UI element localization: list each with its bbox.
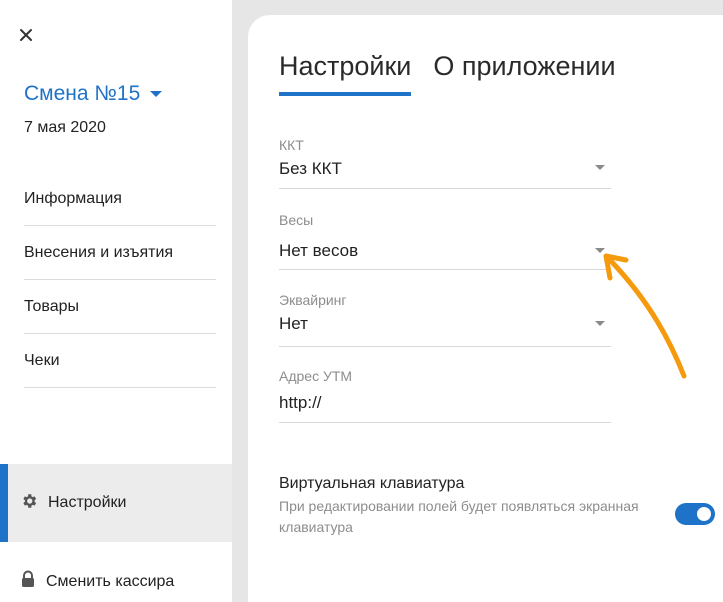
tab-settings[interactable]: Настройки — [279, 51, 412, 96]
close-icon[interactable] — [17, 26, 37, 46]
lock-icon — [20, 570, 36, 593]
sidebar-item-receipts[interactable]: Чеки — [24, 334, 216, 388]
field-label: Адрес УТМ — [279, 368, 353, 384]
shift-selector[interactable]: Смена №15 — [24, 82, 163, 106]
field-value: Без ККТ — [279, 159, 342, 178]
active-indicator — [0, 464, 8, 542]
sidebar-item-settings[interactable]: Настройки — [0, 464, 232, 542]
sidebar-menu: Информация Внесения и изъятия Товары Чек… — [24, 172, 216, 388]
field-label: ККТ — [279, 137, 304, 153]
sidebar-item-products[interactable]: Товары — [24, 280, 216, 334]
field-value: http:// — [279, 393, 322, 412]
sidebar-item-label: Настройки — [48, 494, 127, 511]
field-label: Эквайринг — [279, 292, 347, 308]
kkt-select[interactable]: ККТ Без ККТ — [279, 137, 611, 189]
tab-about[interactable]: О приложении — [433, 51, 615, 96]
shift-title: Смена №15 — [24, 82, 141, 105]
virtual-keyboard-description: При редактировании полей будет появлятьс… — [279, 498, 639, 535]
field-label: Весы — [279, 212, 314, 228]
sidebar-item-change-cashier[interactable]: Сменить кассира — [20, 570, 174, 593]
virtual-keyboard-toggle[interactable] — [675, 503, 715, 525]
gear-icon — [20, 492, 38, 515]
field-value: Нет — [279, 314, 308, 333]
sidebar: Смена №15 7 мая 2020 Информация Внесения… — [0, 0, 232, 602]
utm-address-field[interactable]: Адрес УТМ http:// — [279, 368, 611, 423]
acquiring-select[interactable]: Эквайринг Нет — [279, 292, 611, 347]
sidebar-item-label: Сменить кассира — [46, 572, 175, 590]
scales-select[interactable]: Весы Нет весов — [279, 212, 611, 270]
sidebar-item-deposits[interactable]: Внесения и изъятия — [24, 226, 216, 280]
toggle-knob — [697, 507, 711, 521]
shift-date: 7 мая 2020 — [24, 119, 106, 136]
chevron-down-icon — [595, 165, 605, 170]
virtual-keyboard-title: Виртуальная клавиатура — [279, 475, 465, 492]
chevron-down-icon — [150, 91, 163, 97]
sidebar-item-info[interactable]: Информация — [24, 172, 216, 226]
tabs: Настройки О приложении — [279, 51, 638, 96]
annotation-arrow-icon — [603, 253, 687, 379]
field-value: Нет весов — [279, 241, 359, 260]
